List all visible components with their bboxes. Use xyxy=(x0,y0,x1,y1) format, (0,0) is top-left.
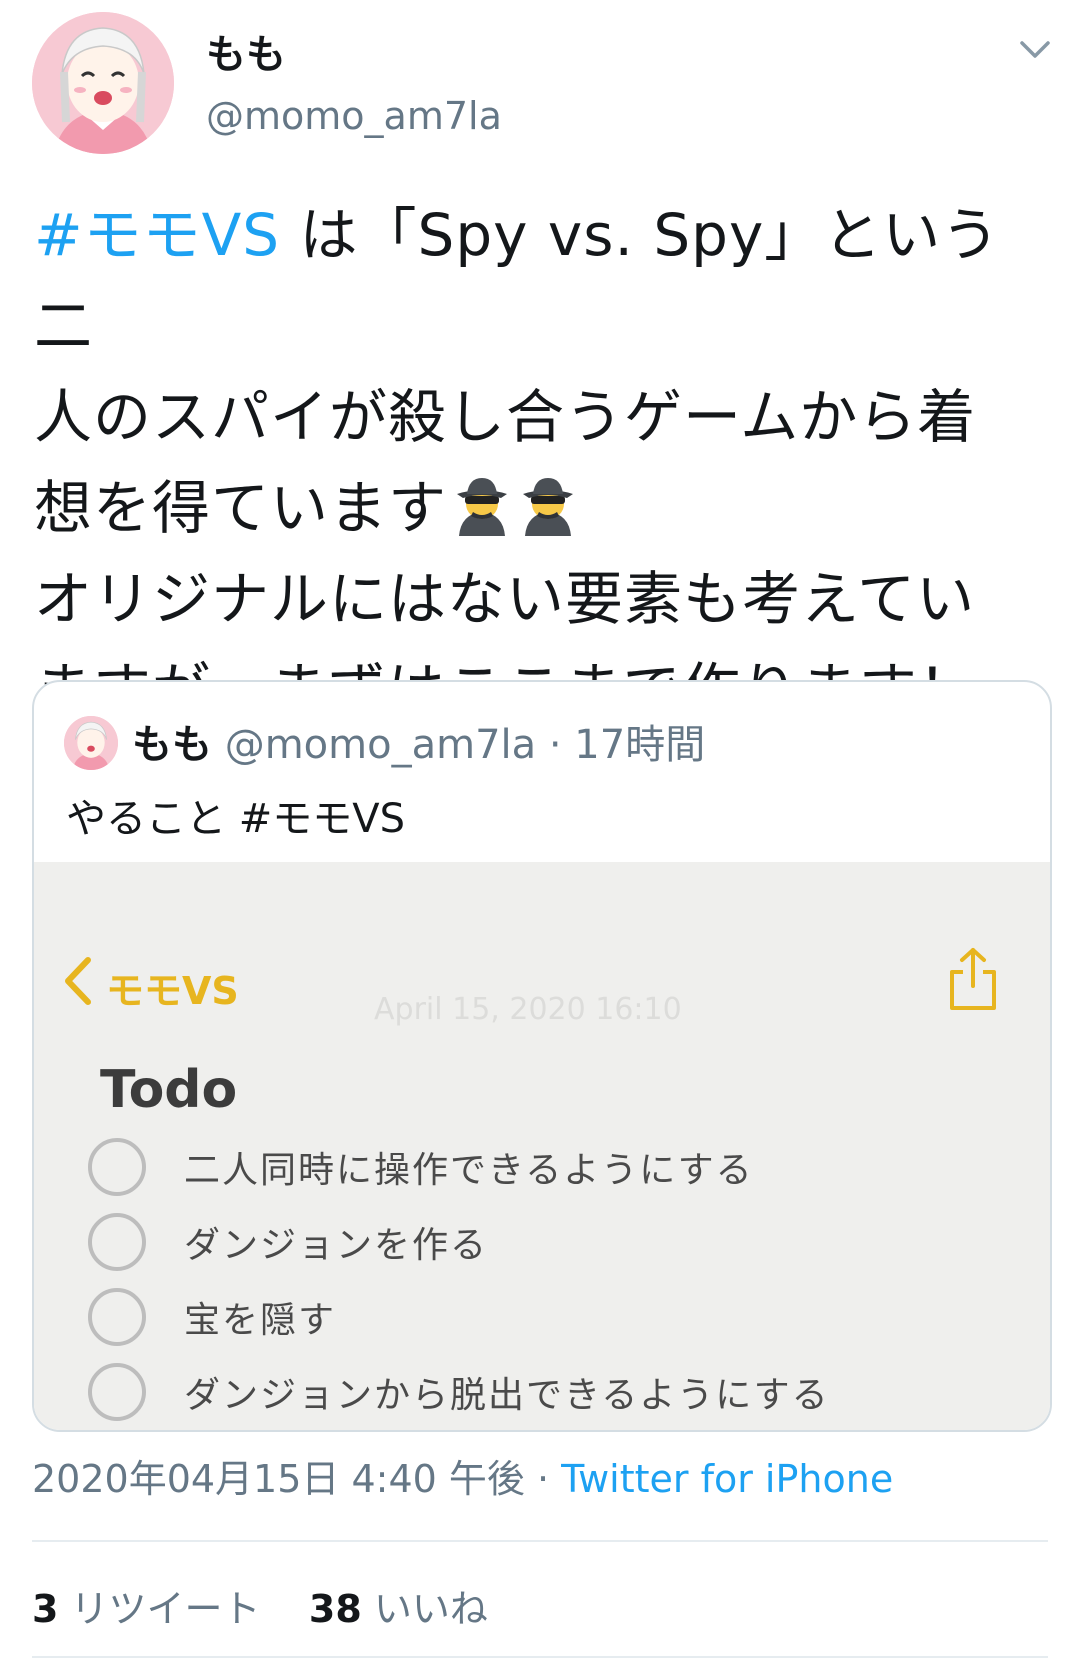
author-avatar[interactable] xyxy=(32,12,174,154)
quoted-author-avatar xyxy=(64,716,118,770)
todo-item: 二人同時に操作できるようにする xyxy=(88,1132,754,1202)
tweet-text: #モモVS は「Spy vs. Spy」という二 人のスパイが殺し合うゲームから… xyxy=(34,190,1044,736)
tweet-line-3: 想を得ています xyxy=(34,463,1044,554)
todo-label: ダンジョンから脱出できるようにする xyxy=(184,1375,830,1416)
todo-item: ダンジョンから脱出できるようにする xyxy=(88,1357,830,1427)
tweet-timestamp: 2020年04月15日 4:40 午後 · Twitter for iPhone xyxy=(32,1448,893,1503)
tweet-line-4: オリジナルにはない要素も考えてい xyxy=(34,565,976,633)
chevron-down-icon[interactable] xyxy=(1018,38,1052,62)
retweets-count: 3 xyxy=(32,1587,59,1631)
checkbox-circle-icon xyxy=(88,1213,146,1271)
notes-date: April 15, 2020 16:10 xyxy=(374,992,682,1027)
source-link[interactable]: Twitter for iPhone xyxy=(561,1457,893,1501)
author-display-name[interactable]: もも xyxy=(206,22,286,80)
todo-label: 二人同時に操作できるようにする xyxy=(184,1150,754,1191)
checkbox-circle-icon xyxy=(88,1138,146,1196)
tweet-text-segment: 想を得ています xyxy=(34,474,448,542)
tweet-stats: 3 リツイート 38 いいね xyxy=(32,1578,488,1633)
tweet-line-1: #モモVS は「Spy vs. Spy」という二 xyxy=(34,190,1044,372)
chevron-left-icon xyxy=(60,954,94,1008)
author-handle[interactable]: @momo_am7la xyxy=(206,94,502,138)
todo-label: ダンジョンを作る xyxy=(184,1225,489,1266)
hashtag-link[interactable]: #モモVS xyxy=(34,201,280,269)
quoted-author-handle: @momo_am7la xyxy=(224,722,537,768)
likes-label: いいね xyxy=(361,1587,488,1631)
divider xyxy=(32,1540,1048,1542)
timestamp-text: 2020年04月15日 4:40 午後 · xyxy=(32,1457,562,1501)
todo-item: ダンジョンを作る xyxy=(88,1207,488,1277)
divider xyxy=(32,1656,1048,1658)
checkbox-circle-icon xyxy=(88,1288,146,1346)
notes-heading: Todo xyxy=(100,1060,238,1120)
todo-label: 宝を隠す xyxy=(184,1300,337,1341)
retweets-stat[interactable]: 3 リツイート xyxy=(32,1587,261,1631)
share-icon xyxy=(946,946,1000,1012)
likes-count: 38 xyxy=(308,1587,362,1631)
todo-item: 宝を隠す xyxy=(88,1282,336,1352)
likes-stat[interactable]: 38 いいね xyxy=(309,1587,488,1631)
quoted-tweet-card[interactable]: もも @momo_am7la · 17時間 やること #モモVS モモVS Ap… xyxy=(32,680,1052,1432)
quoted-tweet-time: · 17時間 xyxy=(548,722,706,768)
detective-emoji-icon xyxy=(451,471,513,536)
quoted-tweet-image[interactable]: モモVS April 15, 2020 16:10 Todo 二人同時に操作でき… xyxy=(34,862,1050,1430)
tweet-line-2: 人のスパイが殺し合うゲームから着 xyxy=(34,383,977,451)
retweets-label: リツイート xyxy=(58,1587,261,1631)
detective-emoji-icon xyxy=(517,471,579,536)
quoted-author-name: もも xyxy=(132,722,212,768)
quoted-tweet-header: もも @momo_am7la · 17時間 xyxy=(132,712,705,770)
checkbox-circle-icon xyxy=(88,1363,146,1421)
quoted-tweet-text: やること #モモVS xyxy=(66,796,405,842)
notes-folder-title: モモVS xyxy=(106,969,239,1013)
